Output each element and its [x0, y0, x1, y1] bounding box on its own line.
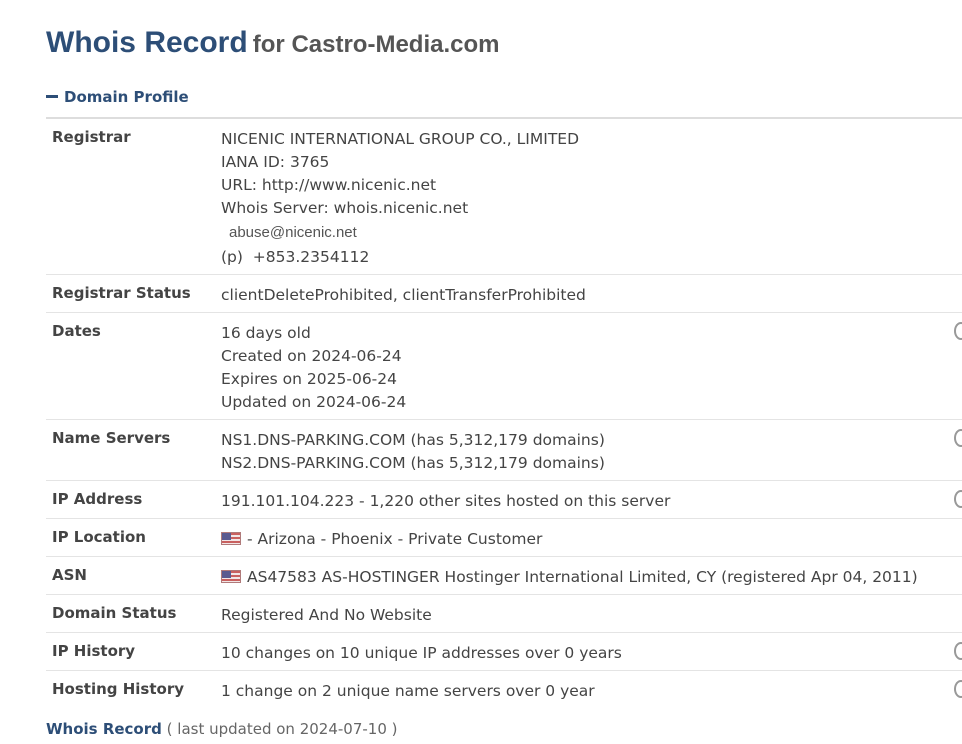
page-title: Whois Record for Castro-Media.com: [46, 26, 499, 60]
us-flag-icon: [221, 570, 241, 583]
phone-number: +853.2354112: [252, 248, 370, 266]
row-domain-status: Domain Status Registered And No Website: [46, 595, 962, 633]
row-ip-history: IP History 10 changes on 10 unique IP ad…: [46, 633, 962, 671]
domain-profile-toggle[interactable]: Domain Profile: [46, 88, 189, 106]
domain-status-label: Domain Status: [52, 604, 177, 622]
dates-history-icon[interactable]: [954, 322, 962, 340]
ip-history-label: IP History: [52, 642, 136, 660]
ip-address-label: IP Address: [52, 490, 143, 508]
domain-profile-table: Registrar NICENIC INTERNATIONAL GROUP CO…: [46, 117, 962, 708]
row-ip-location: IP Location - Arizona - Phoenix - Privat…: [46, 519, 962, 557]
registrar-phone: (p) +853.2354112: [221, 246, 962, 269]
domain-age: 16 days old: [221, 324, 311, 342]
whois-record-footer: Whois Record ( last updated on 2024-07-1…: [46, 720, 398, 738]
ip-location-value: - Arizona - Phoenix - Private Customer: [221, 528, 962, 551]
page-title-main: Whois Record: [46, 26, 248, 59]
page-title-domain: for Castro-Media.com: [252, 31, 500, 58]
registrar-name: NICENIC INTERNATIONAL GROUP CO., LIMITED: [221, 130, 580, 148]
domain-profile-label: Domain Profile: [64, 88, 189, 106]
registrar-value: NICENIC INTERNATIONAL GROUP CO., LIMITED…: [221, 128, 962, 269]
name-servers-history-icon[interactable]: [954, 429, 962, 447]
ip-history-value: 10 changes on 10 unique IP addresses ove…: [221, 644, 622, 662]
phone-prefix: (p): [221, 248, 243, 266]
registrar-status-label: Registrar Status: [52, 284, 191, 302]
row-hosting-history: Hosting History 1 change on 2 unique nam…: [46, 671, 962, 708]
ip-address-history-icon[interactable]: [954, 490, 962, 508]
registrar-iana: IANA ID: 3765: [221, 153, 330, 171]
name-servers-value: NS1.DNS-PARKING.COM (has 5,312,179 domai…: [221, 429, 962, 475]
hosting-history-label: Hosting History: [52, 680, 185, 698]
row-asn: ASN AS47583 AS-HOSTINGER Hostinger Inter…: [46, 557, 962, 595]
ip-location-label: IP Location: [52, 528, 146, 546]
domain-status-value: Registered And No Website: [221, 606, 432, 624]
row-ip-address: IP Address 191.101.104.223 - 1,220 other…: [46, 481, 962, 519]
name-servers-label: Name Servers: [52, 429, 171, 447]
row-dates: Dates 16 days old Created on 2024-06-24 …: [46, 313, 962, 420]
ip-history-icon[interactable]: [954, 642, 962, 660]
collapse-minus-icon: [46, 94, 58, 98]
created-date: Created on 2024-06-24: [221, 347, 402, 365]
row-registrar-status: Registrar Status clientDeleteProhibited,…: [46, 275, 962, 313]
whois-record-link[interactable]: Whois Record: [46, 720, 162, 738]
abuse-email-image: abuse@nicenic.net: [229, 224, 357, 241]
registrar-whois-server: Whois Server: whois.nicenic.net: [221, 199, 469, 217]
registrar-status-value: clientDeleteProhibited, clientTransferPr…: [221, 286, 586, 304]
asn-value: AS47583 AS-HOSTINGER Hostinger Internati…: [221, 566, 962, 589]
dates-label: Dates: [52, 322, 101, 340]
last-updated-text: ( last updated on 2024-07-10 ): [166, 720, 398, 738]
ip-location-text: - Arizona - Phoenix - Private Customer: [247, 530, 543, 548]
name-server-1: NS1.DNS-PARKING.COM (has 5,312,179 domai…: [221, 431, 605, 449]
hosting-history-value: 1 change on 2 unique name servers over 0…: [221, 682, 595, 700]
expires-date: Expires on 2025-06-24: [221, 370, 397, 388]
us-flag-icon: [221, 532, 241, 545]
name-server-2: NS2.DNS-PARKING.COM (has 5,312,179 domai…: [221, 454, 605, 472]
updated-date: Updated on 2024-06-24: [221, 393, 407, 411]
hosting-history-icon[interactable]: [954, 680, 962, 698]
registrar-url: URL: http://www.nicenic.net: [221, 176, 437, 194]
whois-page: Whois Record for Castro-Media.com Domain…: [0, 0, 962, 744]
row-name-servers: Name Servers NS1.DNS-PARKING.COM (has 5,…: [46, 420, 962, 481]
dates-value: 16 days old Created on 2024-06-24 Expire…: [221, 322, 962, 414]
registrar-label: Registrar: [52, 128, 131, 146]
row-registrar: Registrar NICENIC INTERNATIONAL GROUP CO…: [46, 119, 962, 275]
asn-text: AS47583 AS-HOSTINGER Hostinger Internati…: [247, 568, 918, 586]
asn-label: ASN: [52, 566, 87, 584]
ip-address-value: 191.101.104.223 - 1,220 other sites host…: [221, 492, 671, 510]
